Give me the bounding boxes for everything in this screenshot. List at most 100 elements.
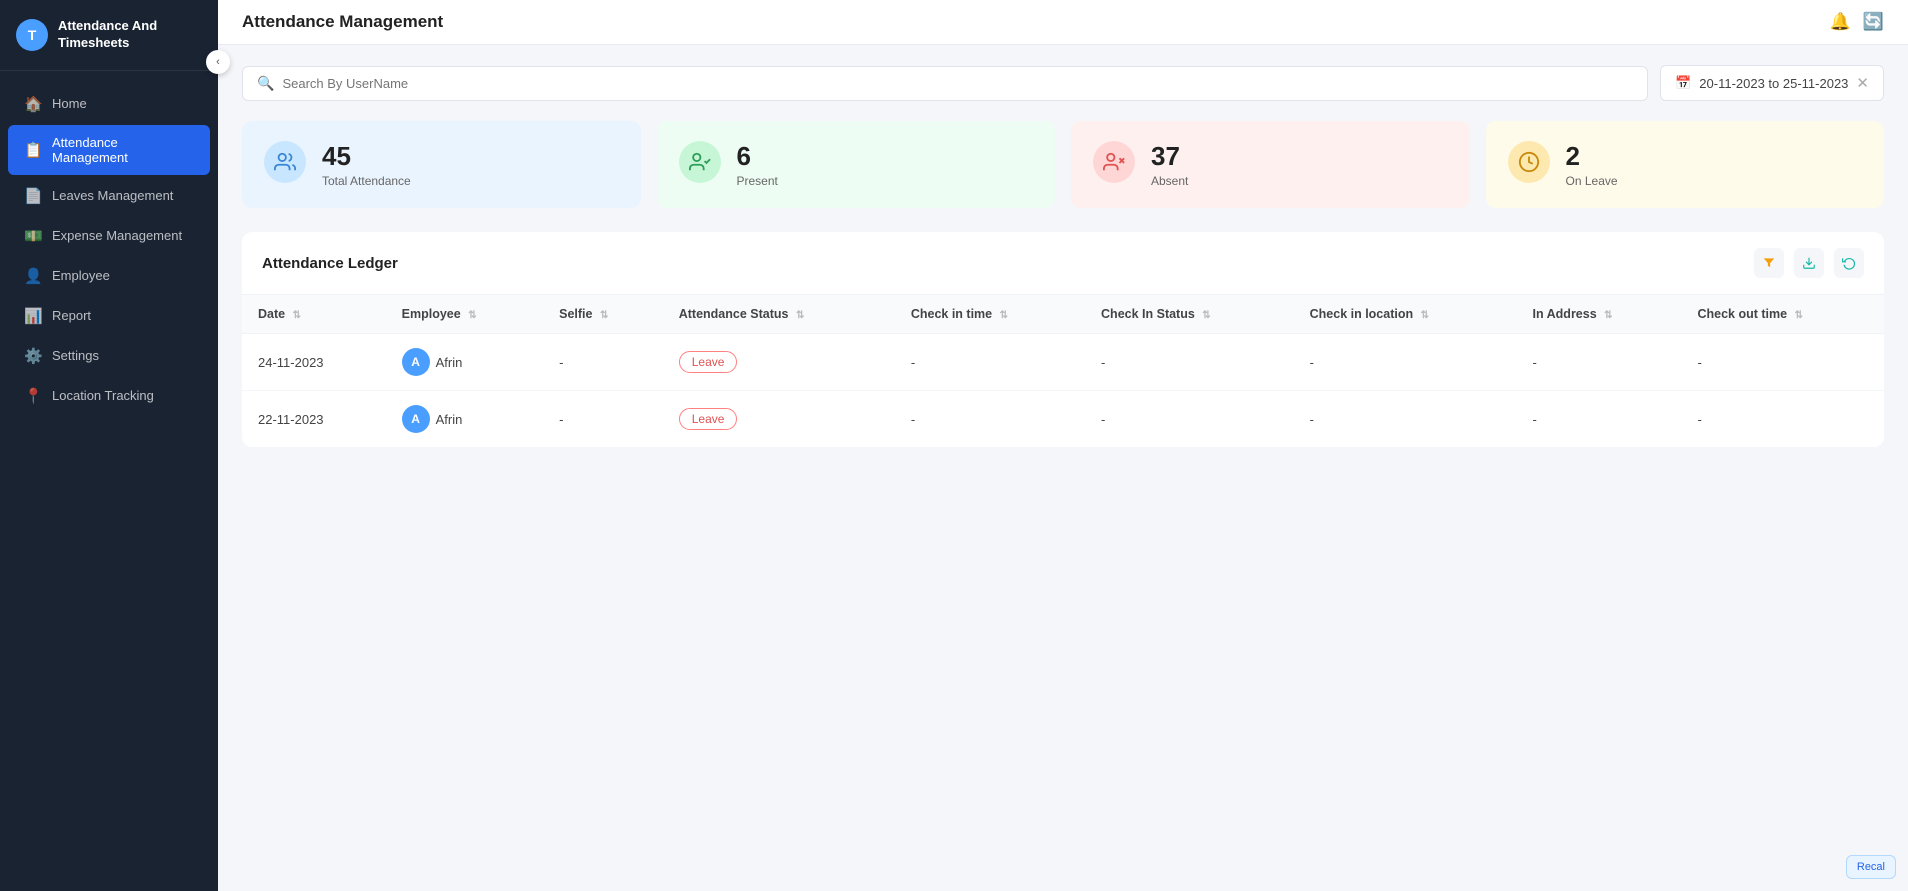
- cell-checkin-time-0: -: [895, 334, 1085, 391]
- col-attendance-status: Attendance Status ⇅: [663, 295, 895, 334]
- cell-selfie-1: -: [543, 391, 663, 448]
- date-range-close[interactable]: ✕: [1856, 74, 1869, 92]
- calendar-icon: 📅: [1675, 75, 1691, 91]
- col-in-address: In Address ⇅: [1517, 295, 1682, 334]
- search-icon: 🔍: [257, 75, 274, 92]
- refresh-table-button[interactable]: [1834, 248, 1864, 278]
- onleave-icon: [1508, 141, 1550, 183]
- onleave-label: On Leave: [1566, 174, 1618, 188]
- sidebar-item-leaves[interactable]: 📄 Leaves Management: [8, 177, 210, 215]
- stat-info-present: 6 Present: [737, 141, 778, 188]
- search-input[interactable]: [282, 76, 1633, 91]
- sidebar-item-attendance[interactable]: 📋 Attendance Management: [8, 125, 210, 175]
- sidebar-item-expense-label: Expense Management: [52, 228, 182, 243]
- col-check-in-location: Check in location ⇅: [1294, 295, 1517, 334]
- main-content: Attendance Management 🔔 🔄 🔍 📅 20-11-2023…: [218, 0, 1908, 891]
- expense-icon: 💵: [24, 227, 42, 245]
- recal-button[interactable]: Recal: [1846, 855, 1896, 879]
- present-label: Present: [737, 174, 778, 188]
- sidebar-item-employee[interactable]: 👤 Employee: [8, 257, 210, 295]
- refresh-icon[interactable]: 🔄: [1863, 12, 1884, 32]
- col-date: Date ⇅: [242, 295, 386, 334]
- total-label: Total Attendance: [322, 174, 411, 188]
- stat-card-onleave: 2 On Leave: [1486, 121, 1885, 208]
- logo-text: Attendance And Timesheets: [58, 18, 157, 52]
- sidebar-item-location-label: Location Tracking: [52, 388, 154, 403]
- cell-employee-0: A Afrin: [386, 334, 543, 391]
- stat-card-present: 6 Present: [657, 121, 1056, 208]
- filter-button[interactable]: [1754, 248, 1784, 278]
- total-attendance-icon: [264, 141, 306, 183]
- cell-checkin-location-0: -: [1294, 334, 1517, 391]
- leaves-icon: 📄: [24, 187, 42, 205]
- sidebar-item-attendance-label: Attendance Management: [52, 135, 194, 165]
- search-box: 🔍: [242, 66, 1648, 101]
- table-header-row: Date ⇅ Employee ⇅ Selfie ⇅ Attendance St…: [242, 295, 1884, 334]
- col-check-out-time: Check out time ⇅: [1681, 295, 1884, 334]
- col-selfie: Selfie ⇅: [543, 295, 663, 334]
- attendance-table: Date ⇅ Employee ⇅ Selfie ⇅ Attendance St…: [242, 295, 1884, 447]
- cell-status-1: Leave: [663, 391, 895, 448]
- cell-checkin-location-1: -: [1294, 391, 1517, 448]
- cell-selfie-0: -: [543, 334, 663, 391]
- stat-info-onleave: 2 On Leave: [1566, 141, 1618, 188]
- stat-card-absent: 37 Absent: [1071, 121, 1470, 208]
- cell-date-1: 22-11-2023: [242, 391, 386, 448]
- sidebar-item-expense[interactable]: 💵 Expense Management: [8, 217, 210, 255]
- col-check-in-status: Check In Status ⇅: [1085, 295, 1294, 334]
- cell-checkin-status-0: -: [1085, 334, 1294, 391]
- sidebar-item-home-label: Home: [52, 96, 87, 111]
- location-icon: 📍: [24, 387, 42, 405]
- topbar: Attendance Management 🔔 🔄: [218, 0, 1908, 45]
- sidebar-item-settings[interactable]: ⚙️ Settings: [8, 337, 210, 375]
- report-icon: 📊: [24, 307, 42, 325]
- onleave-number: 2: [1566, 141, 1618, 172]
- page-title: Attendance Management: [242, 12, 443, 32]
- total-number: 45: [322, 141, 411, 172]
- cell-checkin-status-1: -: [1085, 391, 1294, 448]
- sidebar-item-report-label: Report: [52, 308, 91, 323]
- logo-icon: T: [16, 19, 48, 51]
- date-range-picker[interactable]: 📅 20-11-2023 to 25-11-2023 ✕: [1660, 65, 1884, 101]
- attendance-icon: 📋: [24, 141, 42, 159]
- sidebar-item-leaves-label: Leaves Management: [52, 188, 173, 203]
- present-icon: [679, 141, 721, 183]
- cell-status-0: Leave: [663, 334, 895, 391]
- sidebar-item-employee-label: Employee: [52, 268, 110, 283]
- date-range-value: 20-11-2023 to 25-11-2023: [1699, 76, 1848, 91]
- cell-checkin-time-1: -: [895, 391, 1085, 448]
- table-row: 22-11-2023 A Afrin - Leave - - - - -: [242, 391, 1884, 448]
- table-title: Attendance Ledger: [262, 255, 398, 272]
- stat-info-total: 45 Total Attendance: [322, 141, 411, 188]
- sidebar-item-home[interactable]: 🏠 Home: [8, 85, 210, 123]
- cell-employee-1: A Afrin: [386, 391, 543, 448]
- sidebar-item-report[interactable]: 📊 Report: [8, 297, 210, 335]
- cell-in-address-1: -: [1517, 391, 1682, 448]
- sidebar-logo: T Attendance And Timesheets: [0, 0, 218, 71]
- absent-label: Absent: [1151, 174, 1188, 188]
- cell-checkout-time-1: -: [1681, 391, 1884, 448]
- sidebar-item-location[interactable]: 📍 Location Tracking: [8, 377, 210, 415]
- topbar-icons: 🔔 🔄: [1830, 12, 1884, 32]
- stats-row: 45 Total Attendance 6 Present: [242, 121, 1884, 208]
- table-actions: [1754, 248, 1864, 278]
- cell-in-address-0: -: [1517, 334, 1682, 391]
- content-area: 🔍 📅 20-11-2023 to 25-11-2023 ✕ 45: [218, 45, 1908, 891]
- download-button[interactable]: [1794, 248, 1824, 278]
- present-number: 6: [737, 141, 778, 172]
- sidebar-toggle[interactable]: ‹: [206, 50, 230, 74]
- table-section: Attendance Ledger Date ⇅: [242, 232, 1884, 447]
- table-header: Attendance Ledger: [242, 232, 1884, 295]
- table-row: 24-11-2023 A Afrin - Leave - - - - -: [242, 334, 1884, 391]
- col-employee: Employee ⇅: [386, 295, 543, 334]
- stat-card-total: 45 Total Attendance: [242, 121, 641, 208]
- stat-info-absent: 37 Absent: [1151, 141, 1188, 188]
- employee-icon: 👤: [24, 267, 42, 285]
- sidebar: T Attendance And Timesheets ‹ 🏠 Home 📋 A…: [0, 0, 218, 891]
- settings-icon: ⚙️: [24, 347, 42, 365]
- absent-number: 37: [1151, 141, 1188, 172]
- cell-checkout-time-0: -: [1681, 334, 1884, 391]
- home-icon: 🏠: [24, 95, 42, 113]
- notification-icon[interactable]: 🔔: [1830, 12, 1851, 32]
- col-check-in-time: Check in time ⇅: [895, 295, 1085, 334]
